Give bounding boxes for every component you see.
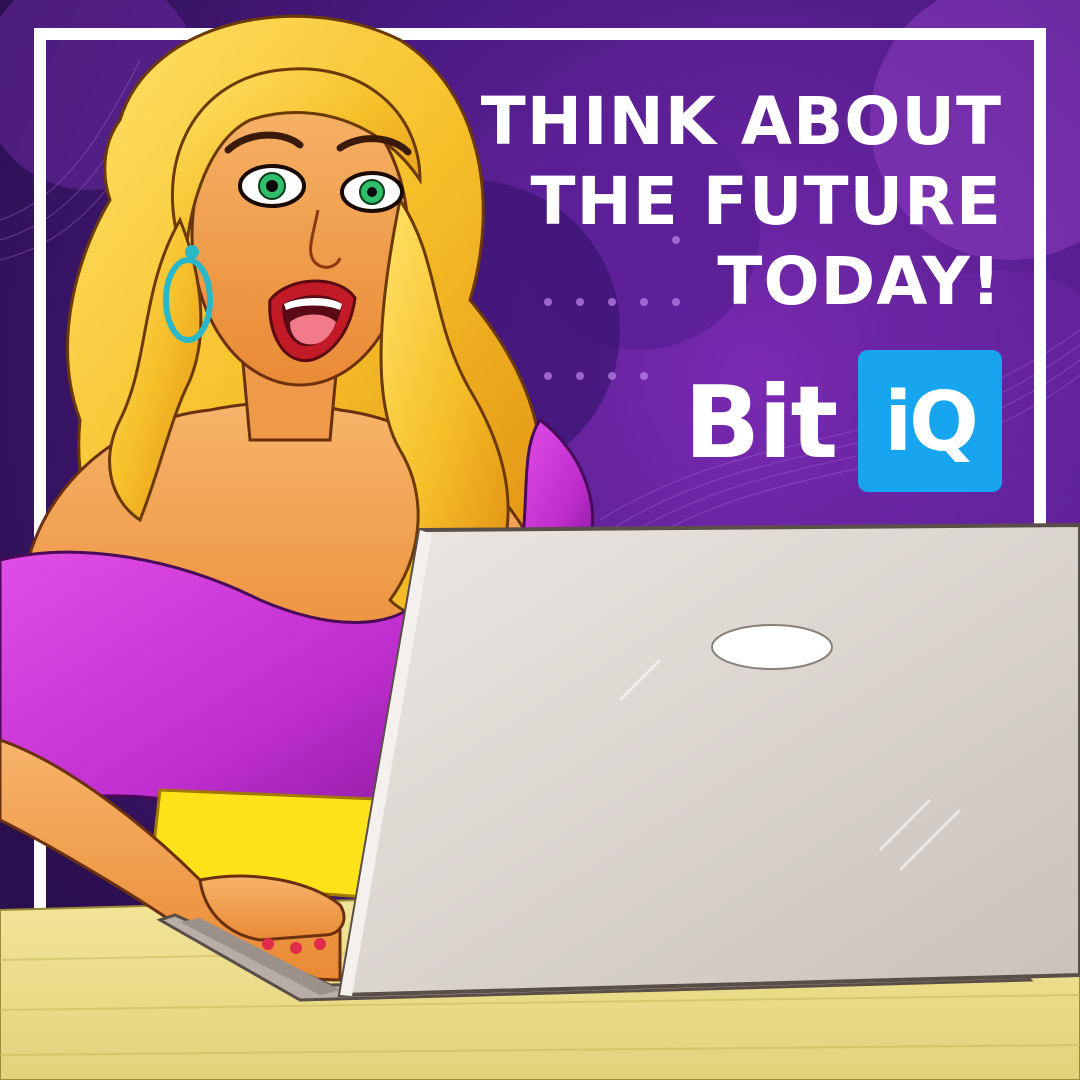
laptop-lid bbox=[337, 522, 1080, 998]
laptop-logo bbox=[711, 624, 833, 670]
headline: THINK ABOUT THE FUTURE TODAY! bbox=[442, 82, 1002, 322]
ad-canvas: THINK ABOUT THE FUTURE TODAY! Bit iQ bbox=[0, 0, 1080, 1080]
headline-line-1: THINK ABOUT bbox=[480, 83, 1002, 160]
headline-line-3: TODAY! bbox=[717, 243, 1002, 320]
brand-word: Bit bbox=[684, 364, 838, 481]
brand-logo: Bit iQ bbox=[684, 350, 1002, 492]
headline-line-2: THE FUTURE bbox=[530, 163, 1002, 240]
brand-badge: iQ bbox=[858, 350, 1002, 492]
brand-badge-text: iQ bbox=[884, 375, 979, 470]
